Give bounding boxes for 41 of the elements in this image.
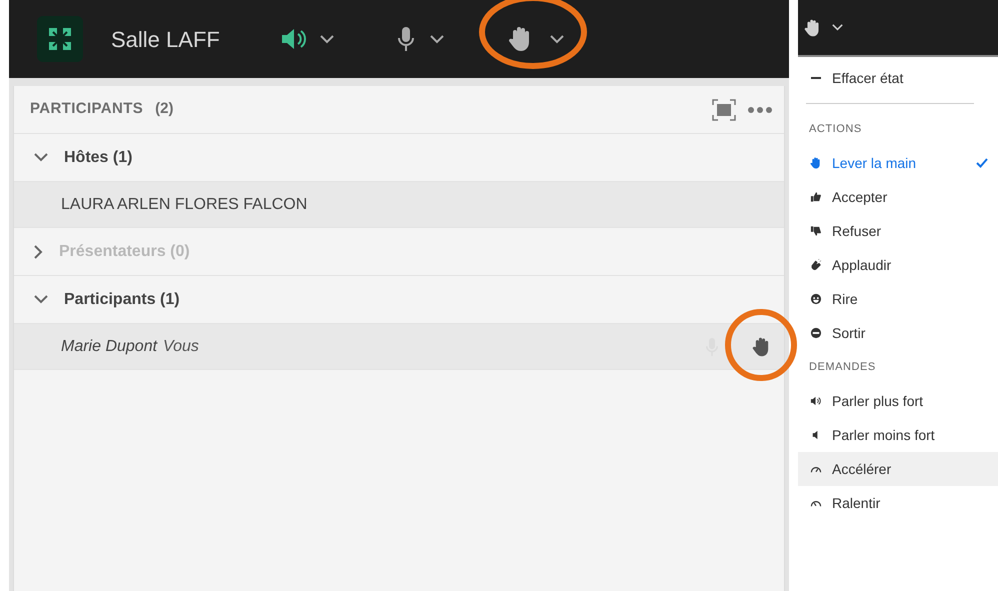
caret-icon[interactable] (430, 34, 444, 44)
menu-item[interactable]: Refuser (798, 214, 998, 248)
menu-item[interactable]: Sortir (798, 316, 998, 350)
menu-item[interactable]: Lever la main (798, 146, 998, 180)
thumbs-up-icon (810, 191, 822, 203)
room-title: Salle LAFF (111, 26, 220, 54)
app-logo-icon (37, 16, 83, 62)
menu-item[interactable]: Ralentir (798, 486, 998, 520)
caret-icon[interactable] (320, 34, 334, 44)
fullscreen-icon[interactable] (712, 98, 736, 120)
checkmark-icon (976, 158, 988, 168)
menu-item[interactable]: Accélérer (798, 452, 998, 486)
menu-section-heading: ACTIONS (809, 122, 862, 137)
menu-item[interactable]: Parler plus fort (798, 384, 998, 418)
you-tag: Vous (163, 334, 199, 358)
hand-icon (810, 157, 822, 169)
menu-item[interactable]: Effacer état (798, 61, 998, 95)
speaker-loud-icon (810, 395, 822, 407)
chevron-down-icon[interactable] (34, 295, 48, 304)
thumbs-down-icon (810, 225, 822, 237)
menu-section-heading: DEMANDES (809, 360, 876, 375)
smiley-icon (810, 293, 822, 305)
caret-icon[interactable] (550, 34, 564, 44)
menu-item[interactable]: Parler moins fort (798, 418, 998, 452)
menu-item[interactable]: Accepter (798, 180, 998, 214)
group-label[interactable]: Hôtes (1) (64, 146, 132, 170)
group-label[interactable]: Participants (1) (64, 288, 180, 312)
participant-name: Marie Dupont (61, 336, 158, 356)
panel-title: PARTICIPANTS (30, 99, 144, 120)
more-options-icon[interactable] (748, 106, 772, 112)
clapping-hands-icon (810, 259, 822, 271)
caret-icon[interactable] (832, 24, 843, 31)
menu-item[interactable]: Applaudir (798, 248, 998, 282)
participant-count: (2) (155, 99, 174, 120)
speaker-icon[interactable] (280, 28, 308, 50)
menu-item[interactable]: Rire (798, 282, 998, 316)
chevron-down-icon[interactable] (34, 153, 48, 162)
no-entry-icon (810, 327, 822, 339)
minus-icon (811, 77, 821, 79)
participant-name: LAURA ARLEN FLORES FALCON (61, 194, 308, 214)
microphone-icon[interactable] (398, 26, 414, 52)
